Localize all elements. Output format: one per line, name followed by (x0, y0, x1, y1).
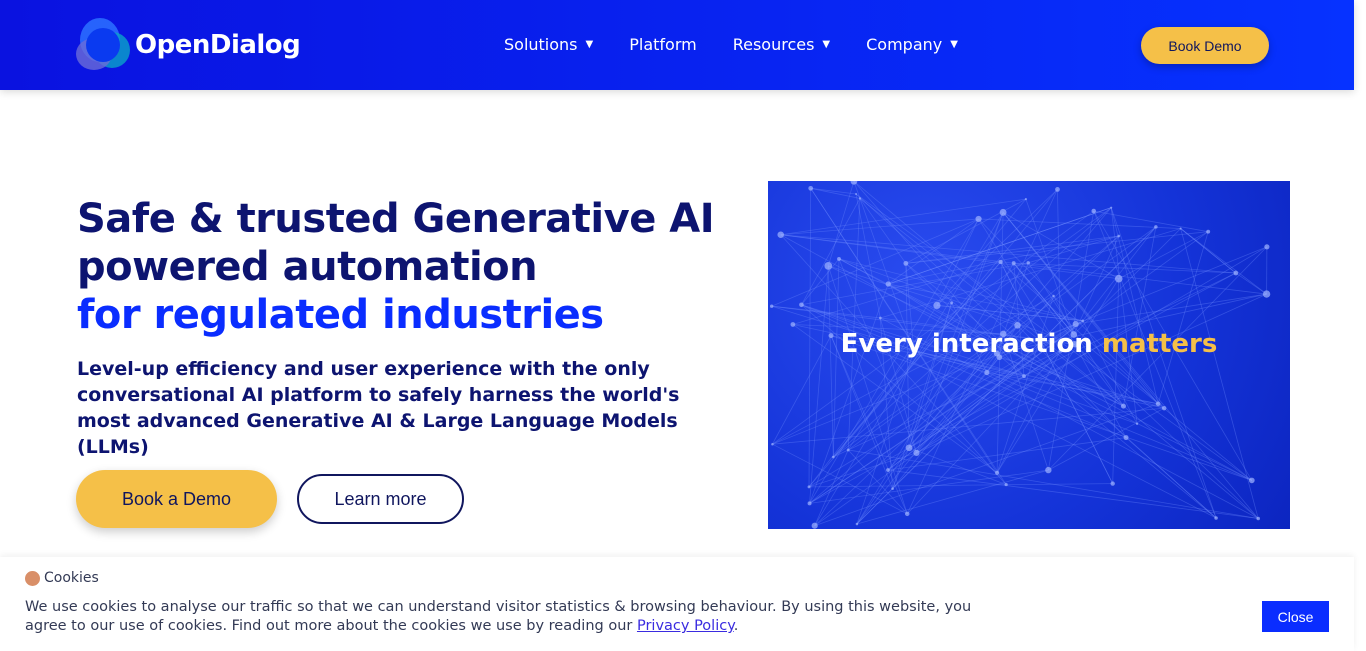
privacy-policy-link[interactable]: Privacy Policy (637, 618, 734, 634)
top-navigation: OpenDialog Solutions ▼ Platform Resources… (0, 0, 1354, 90)
hero-image-caption: Every interaction matters (840, 329, 1218, 359)
hero-title: Safe & trusted Generative AI powered auto… (77, 196, 715, 338)
nav-solutions[interactable]: Solutions ▼ (504, 35, 593, 54)
chevron-down-icon: ▼ (585, 39, 594, 50)
nav-label: Resources (732, 35, 815, 54)
hero-network-image: Every interaction matters (768, 181, 1290, 529)
cookie-banner: Cookies We use cookies to analyse our tr… (0, 557, 1354, 651)
nav-label: Platform (629, 35, 697, 54)
learn-more-button[interactable]: Learn more (297, 474, 464, 524)
cookie-icon (25, 570, 40, 586)
book-demo-button[interactable]: Book Demo (1141, 27, 1269, 64)
logo-icon (76, 18, 130, 72)
chevron-down-icon: ▼ (822, 39, 831, 50)
nav-label: Company (866, 35, 943, 54)
book-a-demo-button[interactable]: Book a Demo (76, 470, 277, 528)
logo[interactable]: OpenDialog (76, 18, 301, 72)
hero-subtitle: Level-up efficiency and user experience … (77, 358, 680, 458)
cookie-title: Cookies (44, 570, 99, 586)
nav-platform[interactable]: Platform (629, 35, 696, 54)
nav-company[interactable]: Company ▼ (866, 35, 958, 54)
cookie-text: We use cookies to analyse our traffic so… (25, 599, 972, 634)
nav-resources[interactable]: Resources ▼ (733, 35, 830, 54)
nav-label: Solutions (504, 35, 578, 54)
brand-name: OpenDialog (135, 30, 301, 60)
close-cookie-button[interactable]: Close (1262, 601, 1329, 632)
chevron-down-icon: ▼ (950, 39, 958, 50)
